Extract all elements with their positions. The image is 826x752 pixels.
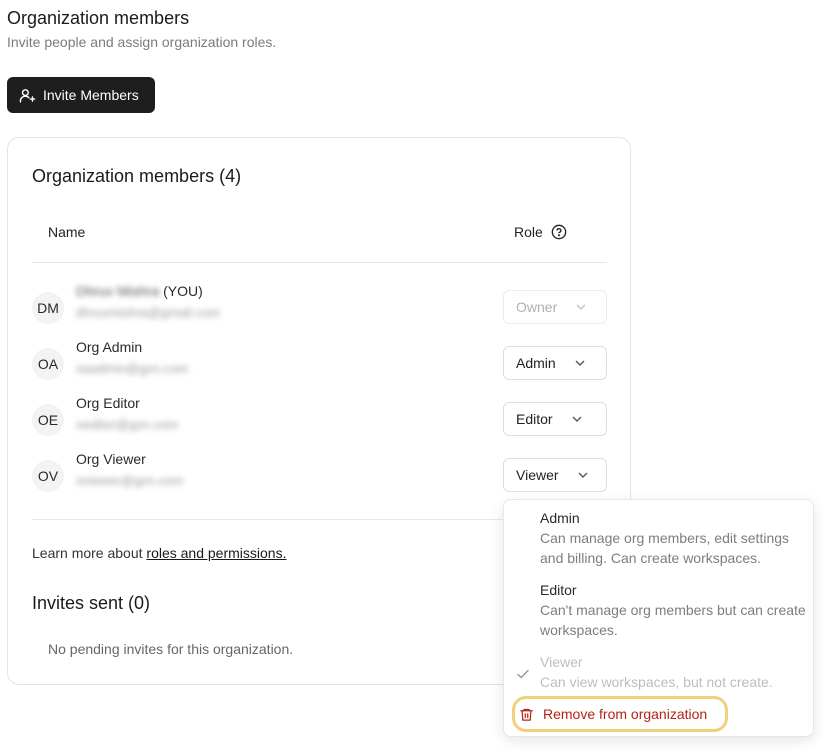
role-option-title: Editor <box>540 582 577 598</box>
role-select-value: Admin <box>516 355 556 371</box>
trash-icon <box>520 708 533 721</box>
you-tag: (YOU) <box>163 283 203 299</box>
role-select-editor[interactable]: Editor <box>503 402 607 436</box>
avatar: DM <box>32 292 64 324</box>
remove-from-organization-button[interactable]: Remove from organization <box>512 696 728 732</box>
no-invites-message: No pending invites for this organization… <box>48 641 294 657</box>
members-card-title: Organization members (4) <box>32 166 242 186</box>
member-name: Org Editor <box>76 395 140 411</box>
member-row: OE Org Editor oeditor@gzn.com Editor <box>32 395 607 442</box>
help-circle-icon[interactable] <box>551 224 567 240</box>
member-name: Org Admin <box>76 339 143 355</box>
column-header-name: Name <box>48 224 86 240</box>
member-email: oaadmin@gzn.com <box>76 361 189 376</box>
role-option-description: Can manage org members, edit settings an… <box>540 530 790 566</box>
avatar: OA <box>32 348 64 380</box>
role-option-admin[interactable]: Admin Can manage org members, edit setti… <box>540 510 810 568</box>
member-row: DM Dhruv Mishra (YOU) dhruvmishra@gmail.… <box>32 283 607 330</box>
chevron-down-icon <box>575 360 585 366</box>
role-option-viewer[interactable]: Viewer Can view workspaces, but not crea… <box>540 654 810 692</box>
role-select-value: Editor <box>516 411 553 427</box>
invite-members-label: Invite Members <box>43 87 139 103</box>
column-header-role-label: Role <box>514 224 543 240</box>
role-select-value: Owner <box>516 299 558 315</box>
invite-members-button[interactable]: Invite Members <box>7 77 155 113</box>
header-divider <box>32 262 607 263</box>
avatar: OV <box>32 460 64 492</box>
user-plus-icon <box>19 88 36 103</box>
chevron-down-icon <box>572 416 582 422</box>
role-select-viewer[interactable]: Viewer <box>503 458 607 492</box>
role-option-description: Can't manage org members but can create … <box>540 602 806 638</box>
role-option-editor[interactable]: Editor Can't manage org members but can … <box>540 582 810 640</box>
chevron-down-icon <box>578 472 588 478</box>
page-title: Organization members <box>7 8 190 28</box>
member-name-text: Dhruv Mishra <box>76 283 160 299</box>
roles-permissions-link[interactable]: roles and permissions. <box>146 545 286 561</box>
invites-sent-title: Invites sent (0) <box>32 593 151 613</box>
role-select-admin[interactable]: Admin <box>503 346 607 380</box>
page-subtitle: Invite people and assign organization ro… <box>7 34 277 50</box>
column-header-role: Role <box>514 224 567 240</box>
member-name: Org Viewer <box>76 451 146 467</box>
member-row: OV Org Viewer oviewer@gzn.com Viewer <box>32 451 607 498</box>
avatar: OE <box>32 404 64 436</box>
member-email: dhruvmishra@gmail.com <box>76 305 220 320</box>
learn-more-text: Learn more about roles and permissions. <box>32 545 286 561</box>
member-name: Dhruv Mishra (YOU) <box>76 283 203 299</box>
member-email: oviewer@gzn.com <box>76 473 184 488</box>
role-dropdown-menu: Admin Can manage org members, edit setti… <box>503 499 814 737</box>
role-option-description: Can view workspaces, but not create. <box>540 674 773 690</box>
role-option-title: Viewer <box>540 654 583 670</box>
chevron-down-icon <box>576 304 586 310</box>
role-select-owner: Owner <box>503 290 607 324</box>
member-email: oeditor@gzn.com <box>76 417 179 432</box>
check-icon <box>517 669 529 679</box>
member-row: OA Org Admin oaadmin@gzn.com Admin <box>32 339 607 386</box>
learn-more-prefix: Learn more about <box>32 545 147 561</box>
role-option-title: Admin <box>540 510 580 526</box>
role-select-value: Viewer <box>516 467 559 483</box>
remove-label: Remove from organization <box>543 706 708 722</box>
